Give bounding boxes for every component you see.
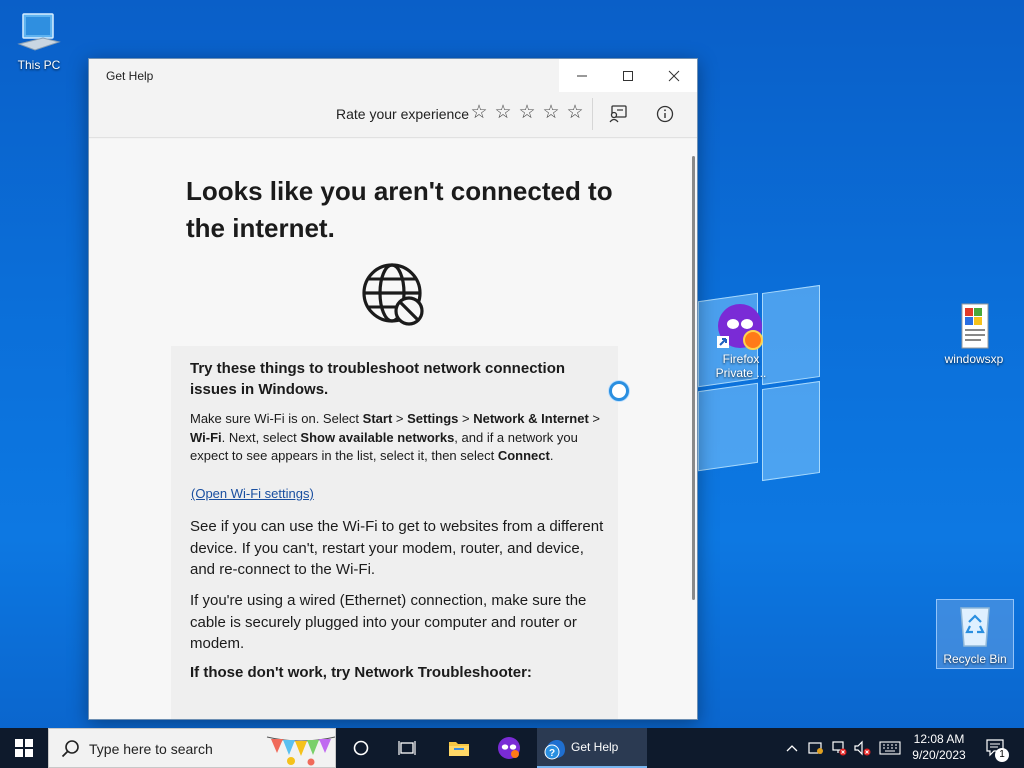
rating-stars: ☆ ☆ ☆ ☆ ☆ (469, 102, 585, 124)
volume-muted-icon (854, 740, 871, 756)
task-view-button[interactable] (388, 728, 426, 768)
minimize-button[interactable] (559, 59, 605, 92)
close-button[interactable] (651, 59, 697, 92)
svg-text:?: ? (549, 748, 555, 759)
computer-icon (15, 8, 63, 56)
desktop-icon-label: windowsxp (944, 352, 1004, 366)
notification-count-badge: 1 (995, 748, 1009, 762)
desktop-icon-label: Firefox Private ... (715, 352, 767, 380)
other-device-paragraph: See if you can use the Wi-Fi to get to w… (190, 518, 604, 578)
desktop-icon-label: This PC (17, 58, 61, 72)
window-titlebar[interactable]: Get Help (89, 59, 697, 92)
clock-date: 9/20/2023 (912, 748, 966, 762)
feedback-button[interactable] (605, 101, 631, 127)
taskbar: Type here to search ? Get Help 12:08 AM … (0, 728, 1024, 768)
troubleshooter-heading: If those don't work, try Network Trouble… (190, 664, 532, 681)
info-icon (656, 105, 674, 123)
desktop-icon-this-pc[interactable]: This PC (1, 8, 77, 72)
close-icon (668, 70, 680, 81)
feedback-icon (609, 105, 627, 123)
taskbar-firefox-private[interactable] (490, 728, 528, 768)
volume-button[interactable] (851, 728, 873, 768)
cortana-icon (353, 740, 369, 756)
desktop-icon-label: Recycle Bin (943, 652, 1007, 666)
action-center-button[interactable]: 1 (982, 728, 1010, 768)
troubleshoot-card: Try these things to troubleshoot network… (171, 346, 618, 719)
tray-app-button[interactable] (805, 728, 827, 768)
rate-experience-label: Rate your experience (336, 106, 470, 122)
windows-logo-icon (15, 739, 33, 757)
window-toolbar: Rate your experience ☆ ☆ ☆ ☆ ☆ (89, 92, 697, 138)
help-content: Looks like you aren't connected to the i… (89, 139, 697, 719)
page-title: Looks like you aren't connected to the i… (186, 176, 613, 243)
window-controls (559, 59, 697, 92)
desktop-icon-firefox-private[interactable]: Firefox Private ... (703, 302, 779, 380)
globe-disconnected-icon (362, 263, 426, 327)
taskbar-clock[interactable]: 12:08 AM 9/20/2023 (908, 731, 970, 763)
task-view-icon (398, 741, 416, 755)
search-placeholder: Type here to search (89, 741, 213, 757)
tray-app-icon (808, 742, 823, 754)
network-disconnected-icon (832, 741, 847, 756)
keyboard-icon (879, 741, 901, 755)
get-help-icon: ? (544, 740, 565, 760)
search-icon (61, 740, 79, 758)
star-1-button[interactable]: ☆ (469, 102, 489, 124)
wifi-instructions: Make sure Wi-Fi is on. Select Start > Se… (190, 411, 601, 463)
window-title: Get Help (106, 69, 154, 83)
star-3-button[interactable]: ☆ (517, 102, 537, 124)
taskbar-get-help[interactable]: ? Get Help (537, 728, 647, 768)
maximize-button[interactable] (605, 59, 651, 92)
content-scrollbar[interactable] (692, 156, 695, 600)
ethernet-paragraph: If you're using a wired (Ethernet) conne… (190, 592, 587, 652)
firefox-private-icon (498, 737, 520, 759)
document-icon (950, 302, 998, 350)
recycle-bin-icon (951, 602, 999, 650)
info-button[interactable] (652, 101, 678, 127)
maximize-icon (623, 70, 633, 81)
taskbar-search-box[interactable]: Type here to search (48, 728, 336, 768)
get-help-window: Get Help Rate your experience ☆ ☆ ☆ ☆ ☆ (88, 58, 698, 720)
desktop-icon-recycle-bin[interactable]: Recycle Bin (936, 599, 1014, 669)
open-wifi-settings-link[interactable]: (Open Wi-Fi settings) (191, 486, 314, 501)
firefox-private-icon (717, 302, 765, 350)
network-status-button[interactable] (829, 728, 849, 768)
minimize-icon (577, 75, 587, 76)
start-button[interactable] (0, 728, 48, 768)
desktop-icon-windowsxp[interactable]: windowsxp (936, 302, 1012, 366)
keyboard-button[interactable] (876, 728, 904, 768)
toolbar-divider (592, 98, 593, 130)
star-2-button[interactable]: ☆ (493, 102, 513, 124)
busy-cursor-icon (609, 381, 629, 401)
taskbar-get-help-label: Get Help (571, 740, 619, 754)
cortana-button[interactable] (342, 728, 380, 768)
folder-icon (449, 742, 469, 756)
card-title: Try these things to troubleshoot network… (190, 360, 566, 398)
star-5-button[interactable]: ☆ (565, 102, 585, 124)
show-hidden-icons-button[interactable] (782, 728, 802, 768)
star-4-button[interactable]: ☆ (541, 102, 561, 124)
clock-time: 12:08 AM (913, 732, 965, 746)
chevron-up-icon (786, 745, 798, 752)
search-highlight-icon[interactable] (265, 731, 337, 767)
taskbar-file-explorer[interactable] (440, 728, 478, 768)
